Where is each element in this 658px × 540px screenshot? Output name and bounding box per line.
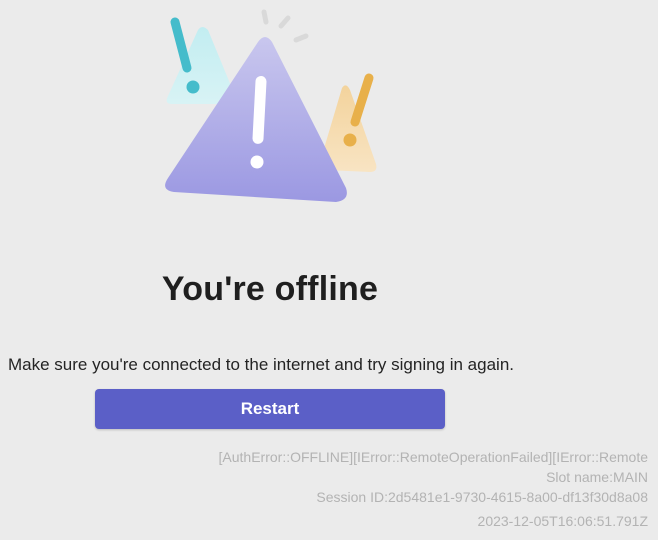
timestamp-text: 2023-12-05T16:06:51.791Z bbox=[477, 513, 648, 529]
restart-button[interactable]: Restart bbox=[95, 389, 445, 429]
slot-name-text: Slot name:MAIN bbox=[546, 469, 648, 485]
error-code-text: [AuthError::OFFLINE][IError::RemoteOpera… bbox=[218, 449, 648, 465]
sparkle-icon bbox=[261, 9, 309, 43]
page-title: You're offline bbox=[161, 270, 379, 308]
offline-message: Make sure you're connected to the intern… bbox=[8, 355, 514, 374]
offline-warning-illustration bbox=[165, 9, 377, 202]
session-id-text: Session ID:2d5481e1-9730-4615-8a00-df13f… bbox=[316, 489, 648, 505]
